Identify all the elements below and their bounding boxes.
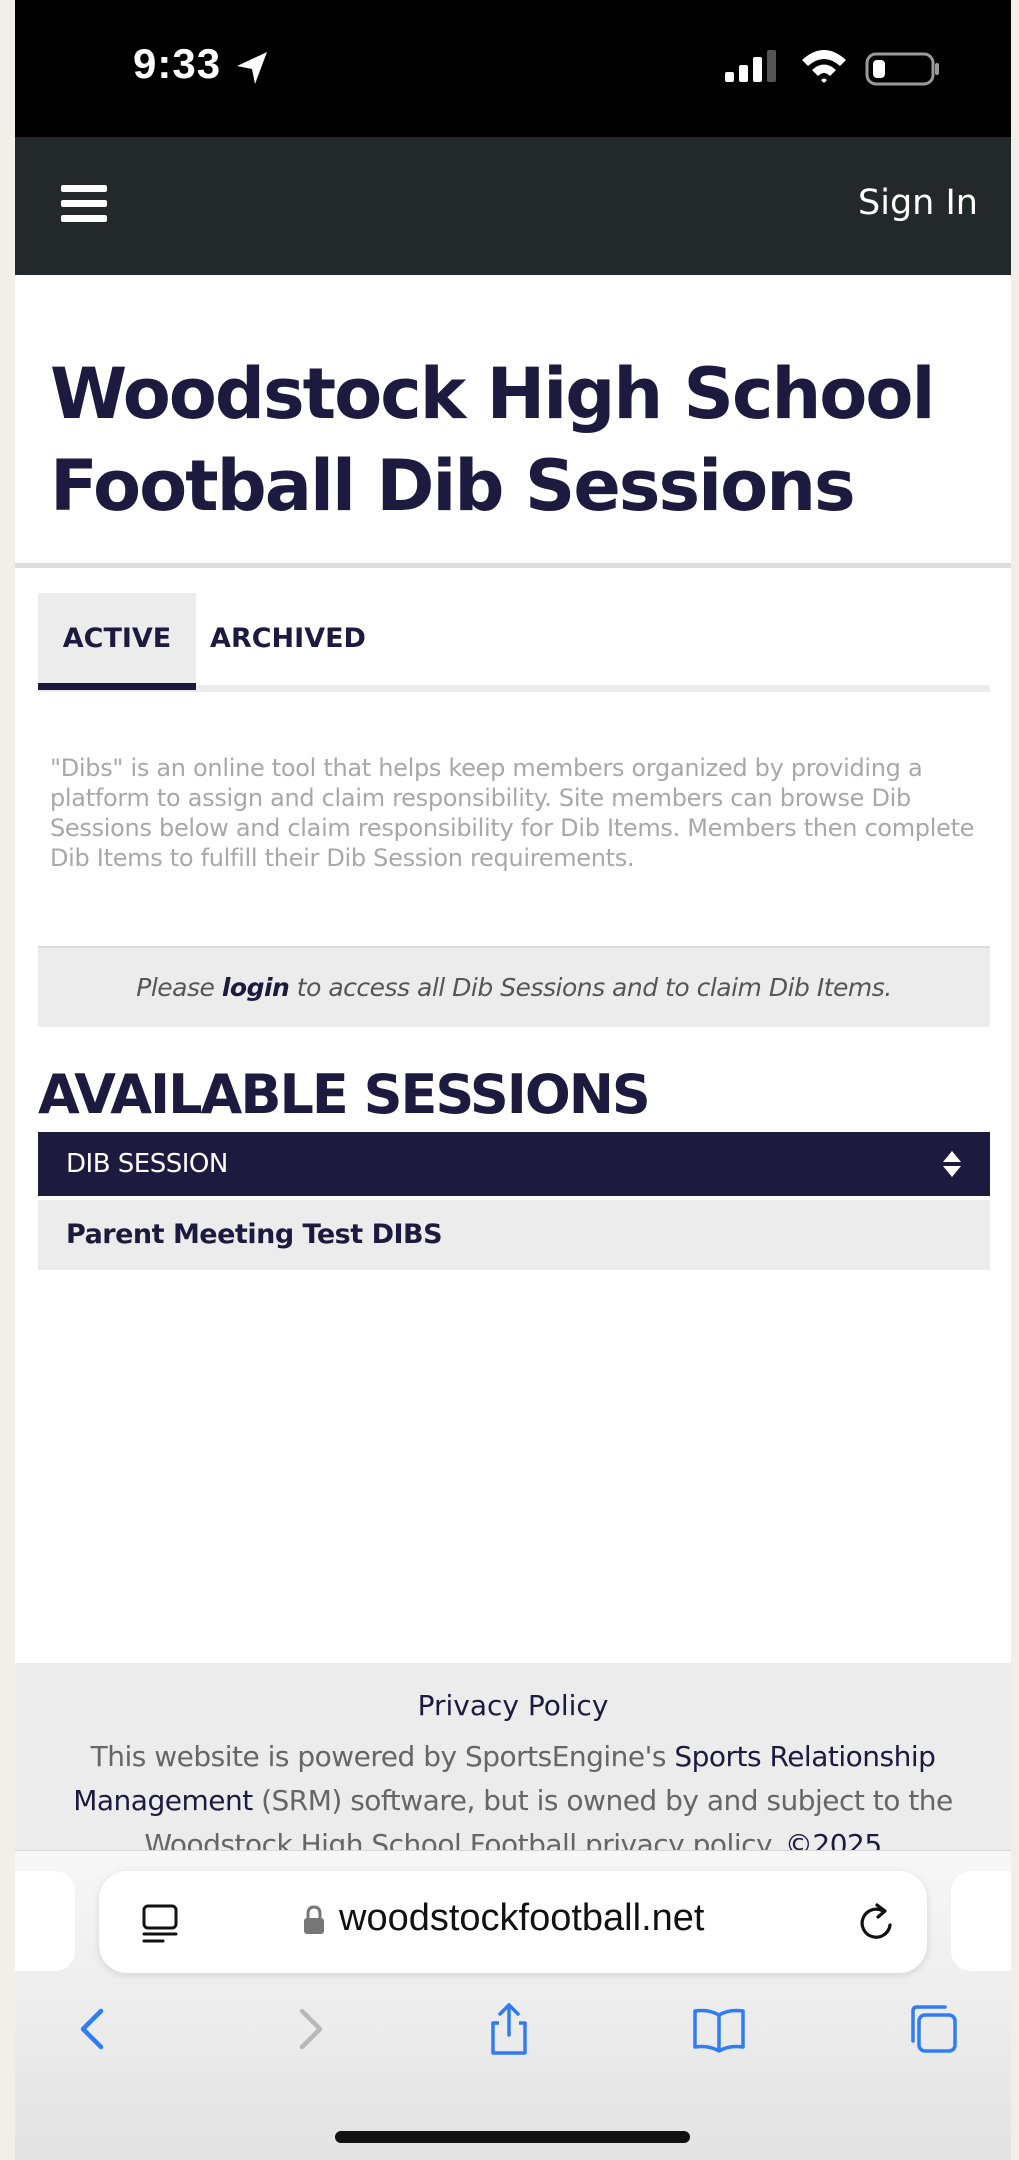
site-header: Sign In (15, 137, 1011, 275)
site-footer: Privacy Policy This website is powered b… (15, 1663, 1011, 1905)
tab-archived[interactable]: ARCHIVED (208, 593, 368, 690)
tab-active[interactable]: ACTIVE (38, 593, 196, 690)
address-bar[interactable]: woodstockfootball.net (99, 1871, 927, 1973)
privacy-policy-link[interactable]: Privacy Policy (15, 1689, 1011, 1722)
sort-up-down-icon[interactable] (942, 1150, 962, 1178)
tab-bar: ACTIVE ARCHIVED (38, 593, 990, 692)
reader-mode-icon[interactable] (141, 1903, 179, 1945)
powered-text-1: This website is powered by SportsEngine'… (90, 1740, 675, 1773)
session-name[interactable]: Parent Meeting Test DIBS (66, 1219, 443, 1250)
bookmarks-icon[interactable] (691, 2001, 747, 2057)
notice-prefix: Please (136, 973, 222, 1002)
cellular-signal-icon (725, 50, 776, 82)
phone-screen: 9:33 Sign In Woodstock High School Footb… (15, 0, 1011, 2160)
table-header[interactable]: DIB SESSION (38, 1132, 990, 1196)
battery-icon (865, 52, 939, 86)
forward-icon[interactable] (280, 2001, 336, 2057)
tabs-icon[interactable] (905, 2001, 961, 2057)
table-row[interactable]: Parent Meeting Test DIBS (38, 1200, 990, 1270)
login-link[interactable]: login (222, 973, 290, 1002)
browser-chrome: woodstockfootball.net (15, 1850, 1011, 2160)
wifi-icon (802, 50, 846, 83)
reload-icon[interactable] (857, 1901, 897, 1943)
back-icon[interactable] (67, 2001, 123, 2057)
location-arrow-icon (237, 52, 267, 84)
page-title: Woodstock High School Football Dib Sessi… (50, 348, 990, 532)
page-title-line1: Woodstock High School (50, 353, 935, 435)
dibs-description: "Dibs" is an online tool that helps keep… (50, 754, 975, 872)
page-title-line2: Football Dib Sessions (50, 445, 856, 527)
hamburger-menu-icon[interactable] (61, 185, 107, 225)
share-icon[interactable] (481, 2001, 537, 2057)
status-bar: 9:33 (15, 0, 1011, 137)
notice-suffix: to access all Dib Sessions and to claim … (289, 973, 892, 1002)
divider (15, 563, 1011, 568)
next-tab-card[interactable] (951, 1871, 1011, 1971)
sign-in-link[interactable]: Sign In (858, 183, 978, 223)
home-indicator[interactable] (335, 2131, 690, 2143)
url-text[interactable]: woodstockfootball.net (339, 1897, 704, 1940)
login-notice: Please login to access all Dib Sessions … (38, 946, 990, 1027)
previous-tab-card[interactable] (15, 1871, 75, 1971)
status-time: 9:33 (133, 40, 222, 87)
column-header-dib-session[interactable]: DIB SESSION (66, 1149, 228, 1179)
lock-icon (304, 1905, 324, 1934)
available-sessions-heading: AVAILABLE SESSIONS (38, 1063, 651, 1126)
